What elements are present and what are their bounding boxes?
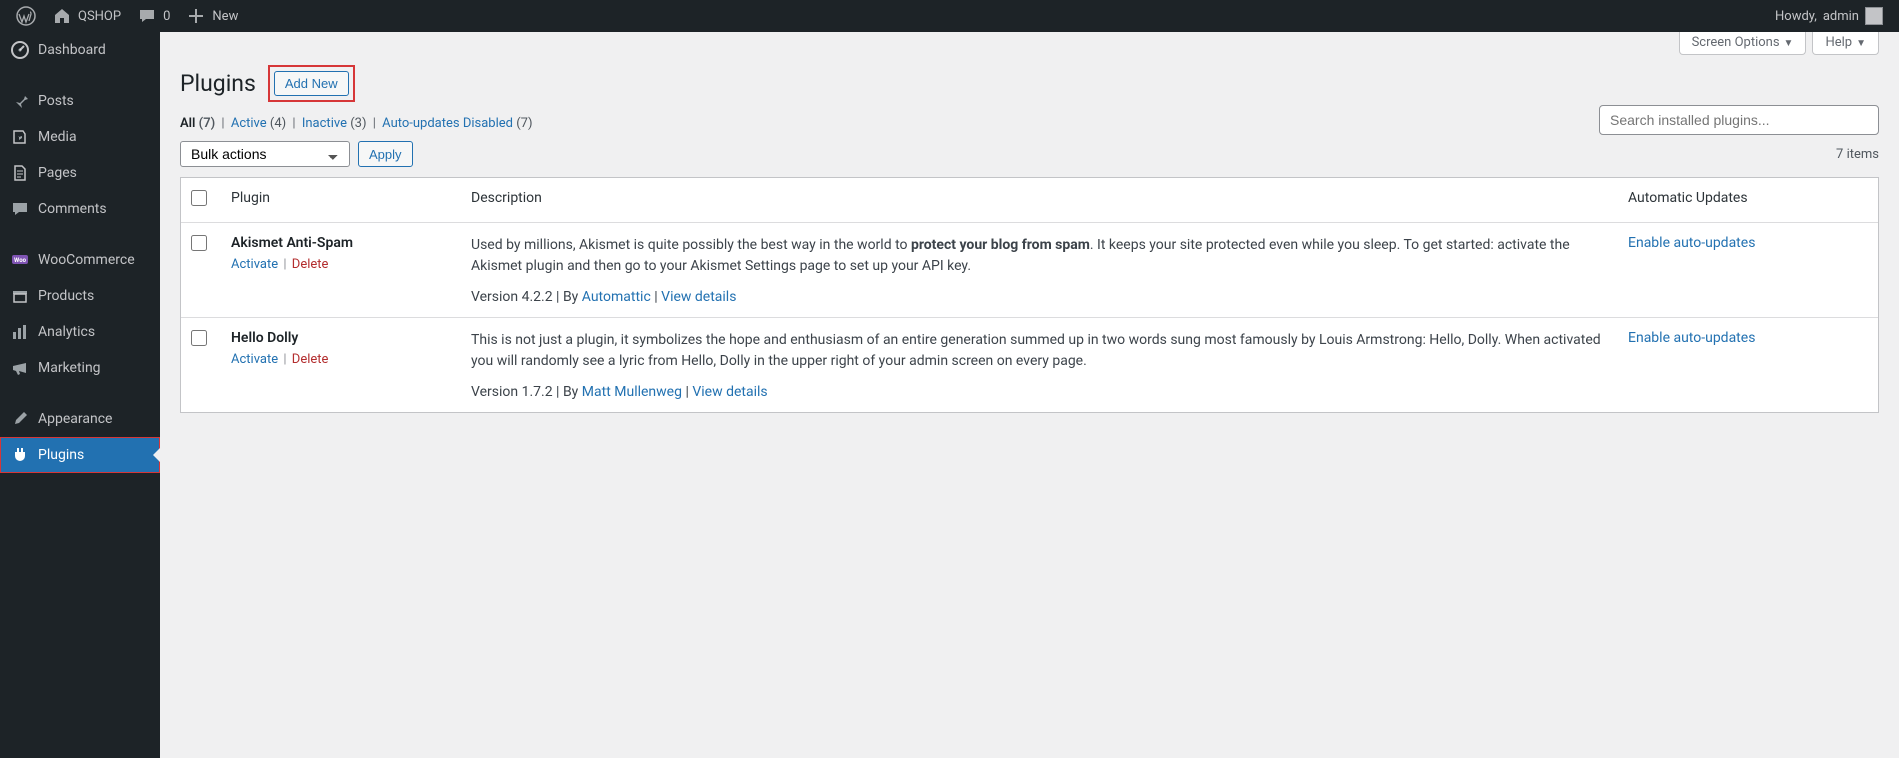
page-title: Plugins [180, 70, 264, 97]
new-label: New [212, 9, 238, 24]
plug-icon [10, 445, 30, 465]
sidebar-item-posts[interactable]: Posts [0, 83, 160, 119]
dashboard-icon [10, 40, 30, 60]
brush-icon [10, 409, 30, 429]
wp-logo[interactable] [8, 0, 44, 32]
activate-link[interactable]: Activate [231, 257, 278, 272]
plus-icon [186, 6, 206, 26]
enable-auto-updates-link[interactable]: Enable auto-updates [1628, 235, 1755, 251]
filter-active[interactable]: Active (4) [231, 116, 286, 131]
screen-options-toggle[interactable]: Screen Options▼ [1679, 32, 1807, 55]
plugins-table: Plugin Description Automatic Updates Aki… [180, 177, 1879, 413]
table-row: Hello Dolly Activate | Delete This is no… [181, 317, 1878, 412]
bulk-actions-select[interactable]: Bulk actions [180, 141, 350, 167]
add-new-highlight: Add New [268, 65, 355, 102]
sidebar-item-label: Media [38, 129, 77, 145]
add-new-button[interactable]: Add New [274, 71, 349, 96]
author-link[interactable]: Automattic [582, 289, 651, 305]
col-auto-updates[interactable]: Automatic Updates [1618, 178, 1878, 222]
sidebar-item-pages[interactable]: Pages [0, 155, 160, 191]
sidebar-item-marketing[interactable]: Marketing [0, 350, 160, 386]
table-row: Akismet Anti-Spam Activate | Delete Used… [181, 222, 1878, 317]
archive-icon [10, 286, 30, 306]
sidebar-item-label: Analytics [38, 324, 95, 340]
new-content-link[interactable]: New [178, 0, 246, 32]
chart-icon [10, 322, 30, 342]
delete-link[interactable]: Delete [292, 257, 329, 272]
megaphone-icon [10, 358, 30, 378]
pin-icon [10, 91, 30, 111]
comments-count: 0 [163, 9, 170, 24]
media-icon [10, 127, 30, 147]
search-plugins-input[interactable] [1599, 105, 1879, 135]
triangle-down-icon: ▼ [1784, 38, 1794, 49]
site-name: QSHOP [78, 9, 121, 24]
sidebar-item-label: Marketing [38, 360, 101, 376]
admin-bar: QSHOP 0 New Howdy, admin [0, 0, 1899, 32]
wordpress-icon [16, 6, 36, 26]
sidebar-item-woocommerce[interactable]: Woo WooCommerce [0, 242, 160, 278]
sidebar-item-analytics[interactable]: Analytics [0, 314, 160, 350]
items-count: 7 items [1836, 147, 1879, 162]
plugin-name: Akismet Anti-Spam [231, 235, 451, 251]
comment-icon [10, 199, 30, 219]
row-checkbox[interactable] [191, 330, 207, 346]
sidebar-item-label: Posts [38, 93, 74, 109]
sidebar-item-label: Comments [38, 201, 107, 217]
avatar-icon [1865, 7, 1883, 25]
admin-sidebar: Dashboard Posts Media Pages Comments Woo… [0, 32, 160, 758]
view-details-link[interactable]: View details [661, 289, 736, 305]
apply-button[interactable]: Apply [358, 141, 413, 167]
sidebar-item-dashboard[interactable]: Dashboard [0, 32, 160, 68]
page-icon [10, 163, 30, 183]
plugin-meta: Version 1.7.2 | By Matt Mullenweg | View… [471, 384, 1608, 400]
row-checkbox[interactable] [191, 235, 207, 251]
sidebar-item-label: Plugins [38, 447, 84, 463]
sidebar-item-label: WooCommerce [38, 252, 135, 268]
sidebar-item-label: Dashboard [38, 42, 106, 58]
comments-link[interactable]: 0 [129, 0, 178, 32]
triangle-down-icon: ▼ [1856, 38, 1866, 49]
site-home-link[interactable]: QSHOP [44, 0, 129, 32]
comment-icon [137, 6, 157, 26]
main-content: Screen Options▼ Help▼ Plugins Add New Al… [160, 32, 1899, 758]
svg-text:Woo: Woo [14, 257, 27, 264]
sidebar-item-label: Pages [38, 165, 77, 181]
sidebar-item-comments[interactable]: Comments [0, 191, 160, 227]
view-details-link[interactable]: View details [692, 384, 767, 400]
current-user: admin [1823, 9, 1859, 24]
sidebar-item-plugins[interactable]: Plugins [0, 437, 160, 473]
sidebar-item-media[interactable]: Media [0, 119, 160, 155]
howdy-prefix: Howdy, [1775, 9, 1817, 24]
enable-auto-updates-link[interactable]: Enable auto-updates [1628, 330, 1755, 346]
plugin-meta: Version 4.2.2 | By Automattic | View det… [471, 289, 1608, 305]
filter-all[interactable]: All (7) [180, 116, 215, 131]
plugin-description: Used by millions, Akismet is quite possi… [471, 235, 1608, 277]
delete-link[interactable]: Delete [292, 352, 329, 367]
plugin-name: Hello Dolly [231, 330, 451, 346]
sidebar-item-appearance[interactable]: Appearance [0, 401, 160, 437]
help-toggle[interactable]: Help▼ [1812, 32, 1879, 55]
sidebar-item-label: Appearance [38, 411, 112, 427]
plugin-description: This is not just a plugin, it symbolizes… [471, 330, 1608, 372]
activate-link[interactable]: Activate [231, 352, 278, 367]
sidebar-item-products[interactable]: Products [0, 278, 160, 314]
filter-inactive[interactable]: Inactive (3) [302, 116, 367, 131]
home-icon [52, 6, 72, 26]
col-description[interactable]: Description [461, 178, 1618, 222]
filter-auto-updates-disabled[interactable]: Auto-updates Disabled (7) [382, 116, 532, 131]
select-all-checkbox[interactable] [191, 190, 207, 206]
col-plugin[interactable]: Plugin [221, 178, 461, 222]
woo-icon: Woo [10, 250, 30, 270]
author-link[interactable]: Matt Mullenweg [582, 384, 682, 400]
sidebar-item-label: Products [38, 288, 94, 304]
my-account-link[interactable]: Howdy, admin [1767, 0, 1891, 32]
